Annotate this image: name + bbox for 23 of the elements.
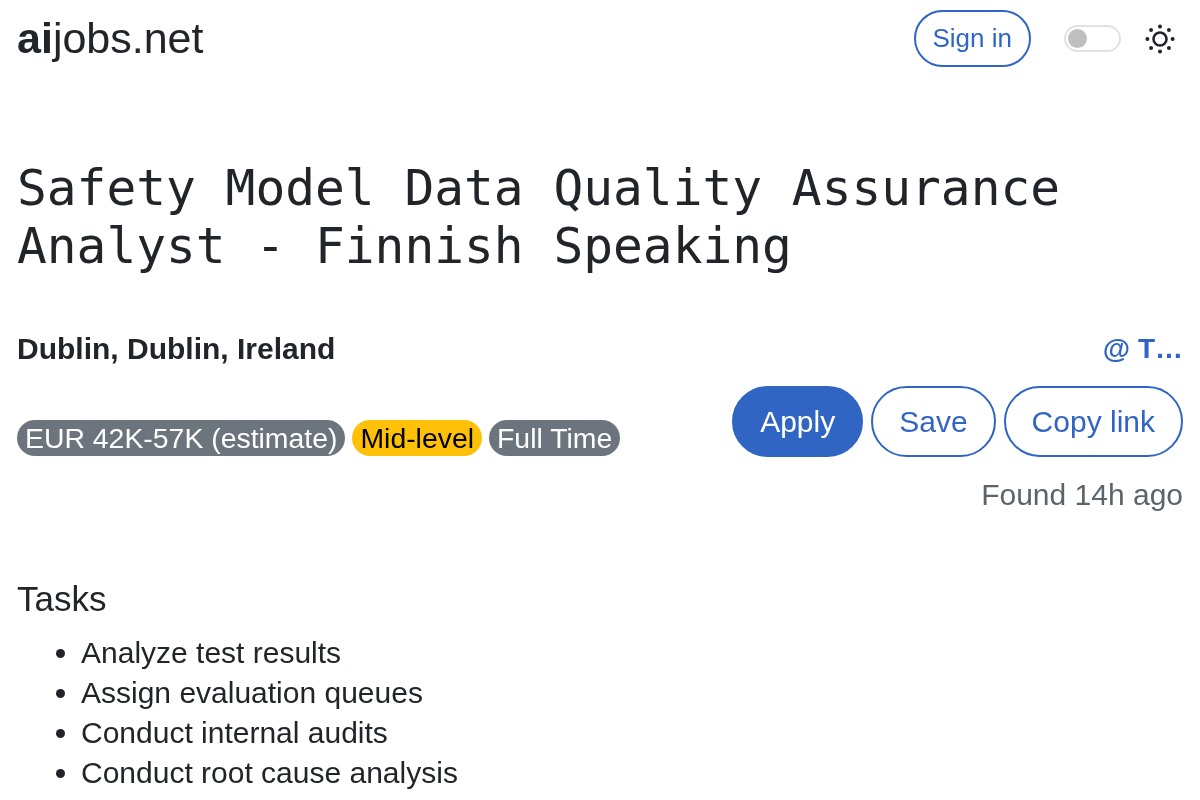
sign-in-button[interactable]: Sign in [913, 10, 1031, 67]
task-item: Analyze test results [81, 635, 342, 671]
bullet-icon [56, 648, 65, 658]
task-item: Conduct internal audits [81, 715, 388, 751]
company-link[interactable]: @ T… [1102, 331, 1183, 367]
job-title: Safety Model Data Quality Assurance Analyst - Finnish Speaking [17, 159, 1062, 275]
job-location: Dublin, Dublin, Ireland [17, 331, 336, 367]
apply-button[interactable]: Apply [732, 386, 864, 457]
posted-time: Found 14h ago [981, 477, 1183, 513]
action-button[interactable]: Copy link [1003, 386, 1183, 457]
tasks-heading: Tasks [17, 578, 108, 620]
task-item: Assign evaluation queues [81, 675, 423, 711]
job-tag: EUR 42K-57K (estimate) [17, 420, 346, 456]
task-item: Conduct root cause analysis [81, 755, 458, 791]
job-tag: Mid-level [352, 420, 482, 456]
sun-icon [1145, 23, 1175, 54]
site-logo[interactable]: aijobs.net [17, 15, 204, 62]
theme-toggle[interactable] [1064, 25, 1121, 52]
bullet-icon [56, 688, 65, 698]
bullet-icon [56, 728, 65, 738]
action-button[interactable]: Save [871, 386, 996, 457]
job-tag: Full Time [489, 420, 621, 456]
bullet-icon [56, 768, 65, 778]
